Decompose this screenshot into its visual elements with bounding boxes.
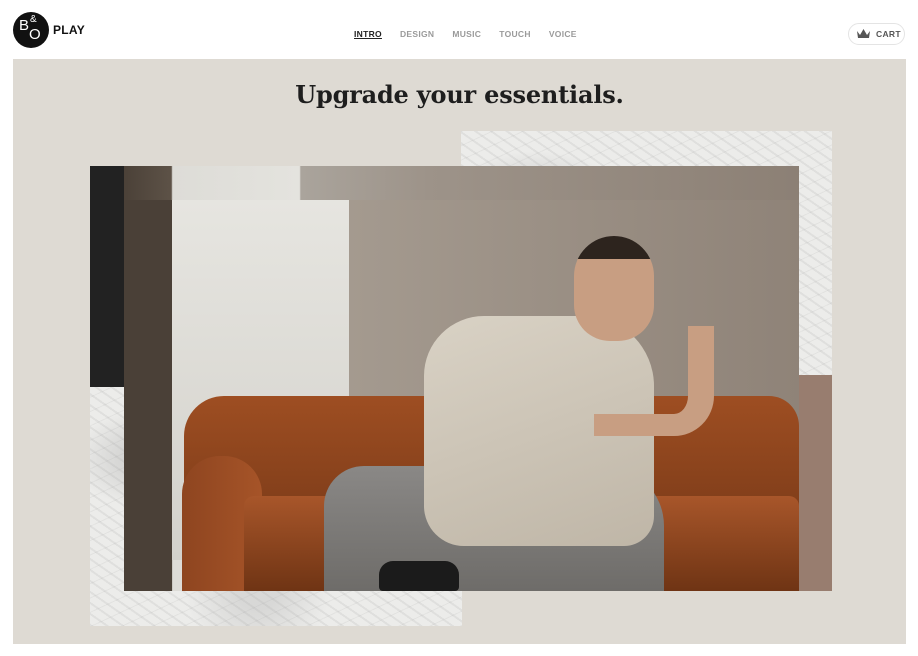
nav-item-music[interactable]: MUSIC [452, 29, 481, 39]
section-nav: INTRO DESIGN MUSIC TOUCH VOICE [354, 29, 595, 39]
crown-cart-icon [857, 29, 870, 38]
page: B & O PLAY INTRO DESIGN MUSIC TOUCH VOICE … [0, 0, 918, 656]
hero-photo [124, 166, 799, 591]
brand-logo[interactable]: B & O PLAY [13, 12, 85, 48]
nav-item-touch[interactable]: TOUCH [499, 29, 531, 39]
site-header: B & O PLAY INTRO DESIGN MUSIC TOUCH VOICE … [0, 0, 918, 58]
nav-item-voice[interactable]: VOICE [549, 29, 577, 39]
cart-label: CART [876, 29, 901, 39]
brand-label: PLAY [53, 23, 86, 37]
hero-headline: Upgrade your essentials. [295, 80, 624, 109]
nav-item-intro[interactable]: INTRO [354, 29, 382, 39]
nav-item-design[interactable]: DESIGN [400, 29, 434, 39]
cart-button[interactable]: CART [848, 23, 905, 45]
hero-section: Upgrade your essentials. [13, 59, 906, 644]
bo-logo-icon: B & O [13, 12, 49, 48]
